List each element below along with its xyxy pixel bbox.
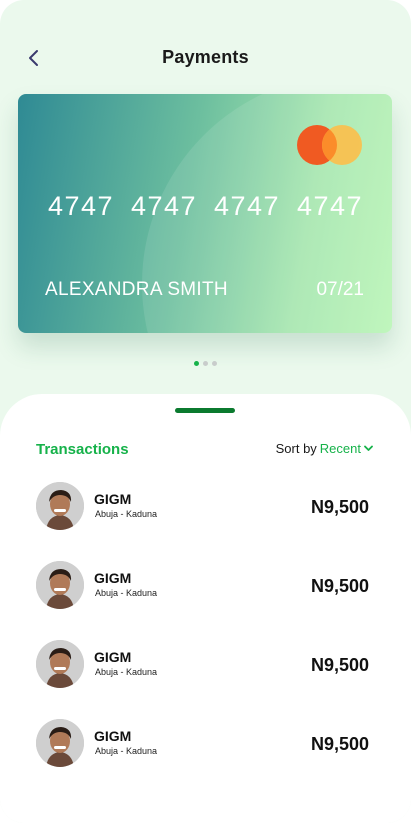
card-number-group: 4747 [48, 191, 115, 221]
card-holder-name: ALEXANDRA SMITH [45, 279, 228, 300]
carousel-dot[interactable] [212, 361, 217, 366]
transaction-name: GIGM [94, 728, 132, 744]
card-number: 4747 4747 4747 4747 [48, 191, 380, 222]
transaction-row[interactable]: GIGM Abuja - Kaduna N9,500 [0, 713, 411, 792]
transaction-route: Abuja - Kaduna [95, 667, 158, 677]
card-number-group: 4747 [131, 191, 198, 221]
transaction-route: Abuja - Kaduna [95, 746, 158, 756]
carousel-dot[interactable] [203, 361, 208, 366]
transaction-row[interactable]: GIGM Abuja - Kaduna N9,500 [0, 555, 411, 634]
carousel-indicator [0, 361, 411, 366]
card-expiry: 07/21 [316, 279, 364, 300]
transaction-row[interactable]: GIGM Abuja - Kaduna N9,500 [0, 476, 411, 555]
page-title: Payments [162, 47, 249, 67]
chevron-down-icon [364, 445, 373, 451]
sort-value: Recent [319, 441, 361, 456]
sheet-drag-handle[interactable] [175, 408, 235, 413]
transaction-amount: N9,500 [310, 576, 369, 596]
transactions-sheet: Transactions Sort by Recent GIGM Abuja -… [0, 394, 411, 823]
transaction-name: GIGM [94, 570, 132, 586]
avatar [36, 640, 84, 688]
transaction-amount: N9,500 [310, 655, 369, 675]
transaction-route: Abuja - Kaduna [95, 509, 158, 519]
transaction-amount: N9,500 [310, 734, 369, 754]
sort-dropdown[interactable]: Sort by Recent [276, 441, 373, 456]
transaction-list: GIGM Abuja - Kaduna N9,500 GIGM Abuja - … [0, 476, 411, 792]
carousel-dot[interactable] [194, 361, 199, 366]
avatar [36, 561, 84, 609]
transaction-name: GIGM [94, 491, 132, 507]
transactions-title: Transactions [36, 441, 129, 458]
payments-screen: Payments 4747 4747 4747 4747 ALEXANDRA S… [0, 0, 411, 823]
transaction-name: GIGM [94, 649, 132, 665]
app-header: Payments [0, 36, 411, 80]
payment-card[interactable]: 4747 4747 4747 4747 ALEXANDRA SMITH 07/2… [18, 94, 392, 333]
transaction-row[interactable]: GIGM Abuja - Kaduna N9,500 [0, 634, 411, 713]
avatar [36, 482, 84, 530]
transaction-route: Abuja - Kaduna [95, 588, 158, 598]
avatar [36, 719, 84, 767]
card-number-group: 4747 [297, 191, 364, 221]
card-number-group: 4747 [214, 191, 281, 221]
mastercard-logo [297, 124, 363, 166]
sort-label: Sort by [275, 441, 317, 456]
transaction-amount: N9,500 [310, 497, 369, 517]
